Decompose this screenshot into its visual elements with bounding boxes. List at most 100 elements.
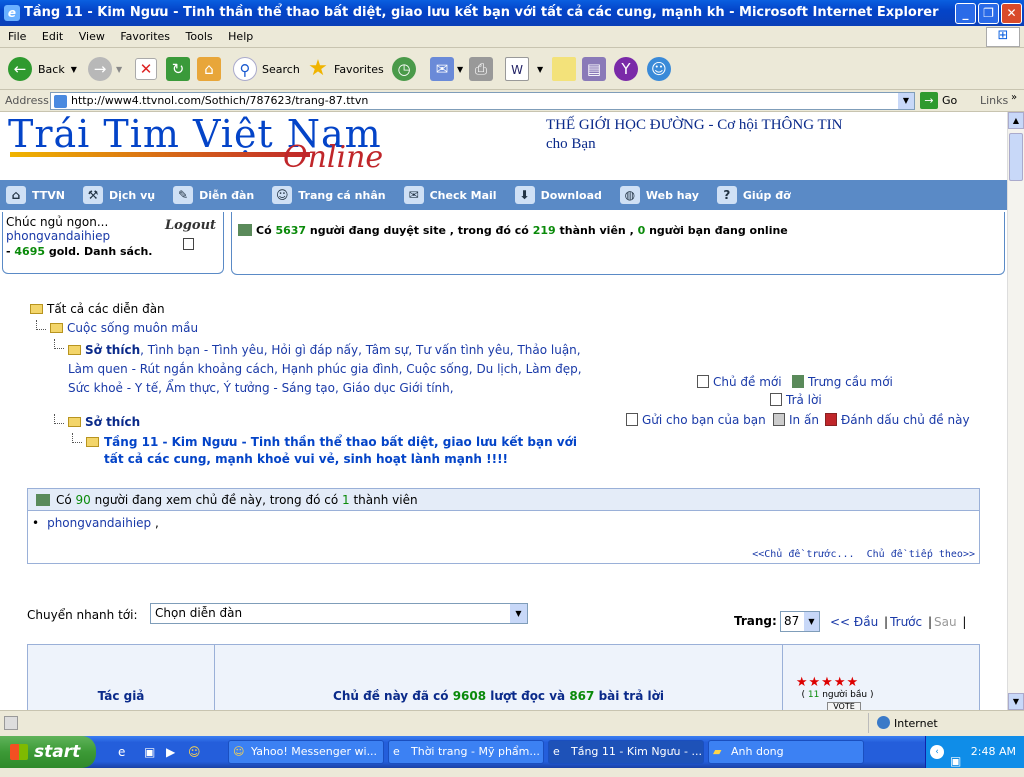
chevron-down-icon[interactable]: ▼: [537, 65, 543, 74]
close-button[interactable]: ✕: [1001, 3, 1022, 24]
start-button[interactable]: start: [0, 736, 96, 768]
logout-button[interactable]: Logout: [165, 218, 216, 233]
toolbar: ← Back ▼ → ▼ ✕ ↻ ⌂ ⚲ Search ★ Favorites …: [0, 48, 1024, 90]
messenger-quicklaunch-icon[interactable]: ☺: [188, 745, 201, 759]
task-anh-dong[interactable]: ▰ Anh dong: [708, 740, 864, 764]
prev-topic-link[interactable]: <<Chủ đề trước...: [752, 549, 854, 560]
nav-forum[interactable]: ✎ Diễn đàn: [173, 186, 254, 204]
quickjump-select[interactable]: Chọn diễn đàn ▼: [150, 603, 528, 624]
forward-button[interactable]: → ▼: [88, 55, 122, 83]
window-titlebar[interactable]: e Tầng 11 - Kim Ngưu - Tinh thần thể tha…: [0, 0, 1024, 26]
chevron-down-icon[interactable]: ▼: [116, 65, 122, 74]
task-yahoo-messenger[interactable]: ☺ Yahoo! Messenger wi...: [228, 740, 384, 764]
prev-page-link[interactable]: Trước: [890, 615, 922, 629]
breadcrumb-all[interactable]: Tất cả các diễn đàn: [30, 302, 165, 316]
home-button[interactable]: ⌂: [197, 55, 221, 83]
chevron-left-icon[interactable]: ‹: [930, 745, 944, 759]
yahoo-button[interactable]: Y: [614, 55, 638, 83]
messenger-button[interactable]: ☺: [647, 55, 671, 83]
ie-quicklaunch-icon[interactable]: e: [118, 745, 125, 759]
scroll-down-icon[interactable]: ▼: [1008, 693, 1024, 710]
next-page-link[interactable]: Sau: [934, 615, 957, 629]
menu-help[interactable]: Help: [222, 26, 259, 48]
nav-checkmail[interactable]: ✉ Check Mail: [403, 186, 497, 204]
back-button[interactable]: ← Back ▼: [8, 55, 77, 83]
zone-indicator: Internet: [868, 713, 1018, 733]
address-input[interactable]: http://www4.ttvnol.com/Sothich/787623/tr…: [50, 92, 915, 110]
promo-link[interactable]: THẾ GIỚI HỌC ĐƯỜNG - Cơ hội THÔNG TIN ch…: [546, 116, 846, 154]
maximize-button[interactable]: ❐: [978, 3, 999, 24]
folder-icon: [68, 417, 81, 427]
windows-flag-icon: [10, 744, 28, 760]
menu-edit[interactable]: Edit: [36, 26, 69, 48]
page-select[interactable]: 87 ▼: [780, 611, 820, 632]
next-topic-link[interactable]: Chủ đề tiếp theo>>: [867, 549, 975, 560]
refresh-button[interactable]: ↻: [166, 55, 190, 83]
nav-profile[interactable]: ☺ Trang cá nhân: [272, 186, 386, 204]
viewer-list: • phongvandaihiep ,: [32, 516, 159, 530]
web-page: Trái Tim Việt Nam Online THẾ GIỚI HỌC ĐƯ…: [0, 112, 1007, 710]
viewer-user-link[interactable]: phongvandaihiep: [47, 516, 151, 530]
scroll-up-icon[interactable]: ▲: [1008, 112, 1024, 129]
scroll-thumb[interactable]: [1009, 133, 1023, 181]
nav-help[interactable]: ? Giúp đỡ: [716, 186, 791, 204]
note-icon: [552, 57, 576, 81]
breadcrumb-forum[interactable]: Sở thích: [68, 415, 140, 429]
task-tang-11[interactable]: e Tầng 11 - Kim Ngưu - ...: [548, 740, 704, 764]
clock[interactable]: 2:48 AM: [971, 745, 1016, 758]
menu-view[interactable]: View: [73, 26, 111, 48]
first-page-link[interactable]: << Đầu: [830, 615, 878, 629]
chevron-right-icon[interactable]: »: [1011, 92, 1017, 103]
menu-favorites[interactable]: Favorites: [114, 26, 176, 48]
vote-button[interactable]: VOTE: [827, 702, 861, 710]
quickjump-label: Chuyển nhanh tới:: [27, 608, 138, 622]
breadcrumb-category[interactable]: Cuộc sống muôn mầu: [50, 321, 198, 335]
media-quicklaunch-icon[interactable]: ▶: [166, 745, 175, 759]
address-dropdown-icon[interactable]: ▼: [898, 93, 914, 109]
favorites-button[interactable]: ★ Favorites: [306, 55, 384, 83]
menu-tools[interactable]: Tools: [180, 26, 219, 48]
research-button[interactable]: ▤: [582, 55, 606, 83]
menu-file[interactable]: File: [0, 26, 32, 48]
address-label: Address: [5, 94, 49, 107]
chevron-down-icon[interactable]: ▼: [71, 65, 77, 74]
edit-button[interactable]: W ▼: [505, 55, 543, 83]
network-icon[interactable]: ▣: [950, 745, 961, 777]
new-poll-link[interactable]: Trưng cầu mới: [792, 375, 893, 389]
minimize-button[interactable]: _: [955, 3, 976, 24]
desktop-quicklaunch-icon[interactable]: ▣: [144, 745, 155, 759]
nav-ttvn[interactable]: ⌂ TTVN: [6, 186, 65, 204]
bookmark-link[interactable]: Đánh dấu chủ đề này: [825, 413, 970, 427]
new-topic-link[interactable]: Chủ đề mới: [697, 375, 782, 389]
subforum-links[interactable]: , Tình bạn - Tình yêu, Hỏi gì đáp nấy, T…: [68, 343, 582, 395]
go-button[interactable]: → Go: [920, 92, 957, 109]
mail-button[interactable]: ✉ ▼: [430, 55, 463, 83]
reply-link[interactable]: Trả lời: [770, 393, 822, 407]
new-topic-icon: [697, 375, 709, 388]
folder-open-icon: [86, 437, 99, 447]
folder-icon: [68, 345, 81, 355]
print-button[interactable]: ⎙: [469, 55, 493, 83]
address-bar: Address http://www4.ttvnol.com/Sothich/7…: [0, 90, 1024, 112]
chevron-down-icon[interactable]: ▼: [457, 65, 463, 74]
history-button[interactable]: ◷: [392, 55, 416, 83]
breadcrumb-topic[interactable]: Tầng 11 - Kim Ngưu - Tinh thần thể thao …: [86, 434, 596, 468]
subforum-title-link[interactable]: Sở thích: [85, 343, 140, 357]
menu-bar: File Edit View Favorites Tools Help: [0, 26, 1024, 48]
links-button[interactable]: Links: [980, 94, 1008, 107]
send-to-friend-link[interactable]: Gửi cho bạn của bạn: [626, 413, 766, 427]
nav-webhay[interactable]: ◍ Web hay: [619, 186, 699, 204]
printer-icon: ⎙: [469, 57, 493, 81]
nav-download[interactable]: ⬇ Download: [514, 186, 602, 204]
task-thoi-trang[interactable]: e Thời trang - Mỹ phẩm...: [388, 740, 544, 764]
ie-icon: e: [553, 745, 560, 758]
page-icon: [54, 95, 67, 108]
nav-services[interactable]: ⚒ Dịch vụ: [82, 186, 155, 204]
search-button[interactable]: ⚲ Search: [233, 55, 300, 83]
vertical-scrollbar[interactable]: ▲ ▼: [1007, 112, 1024, 710]
stop-button[interactable]: ✕: [135, 55, 157, 83]
discuss-button[interactable]: [552, 55, 576, 83]
site-logo[interactable]: Trái Tim Việt Nam Online: [8, 112, 408, 178]
poll-icon: [792, 375, 804, 388]
print-link[interactable]: In ấn: [773, 413, 819, 427]
